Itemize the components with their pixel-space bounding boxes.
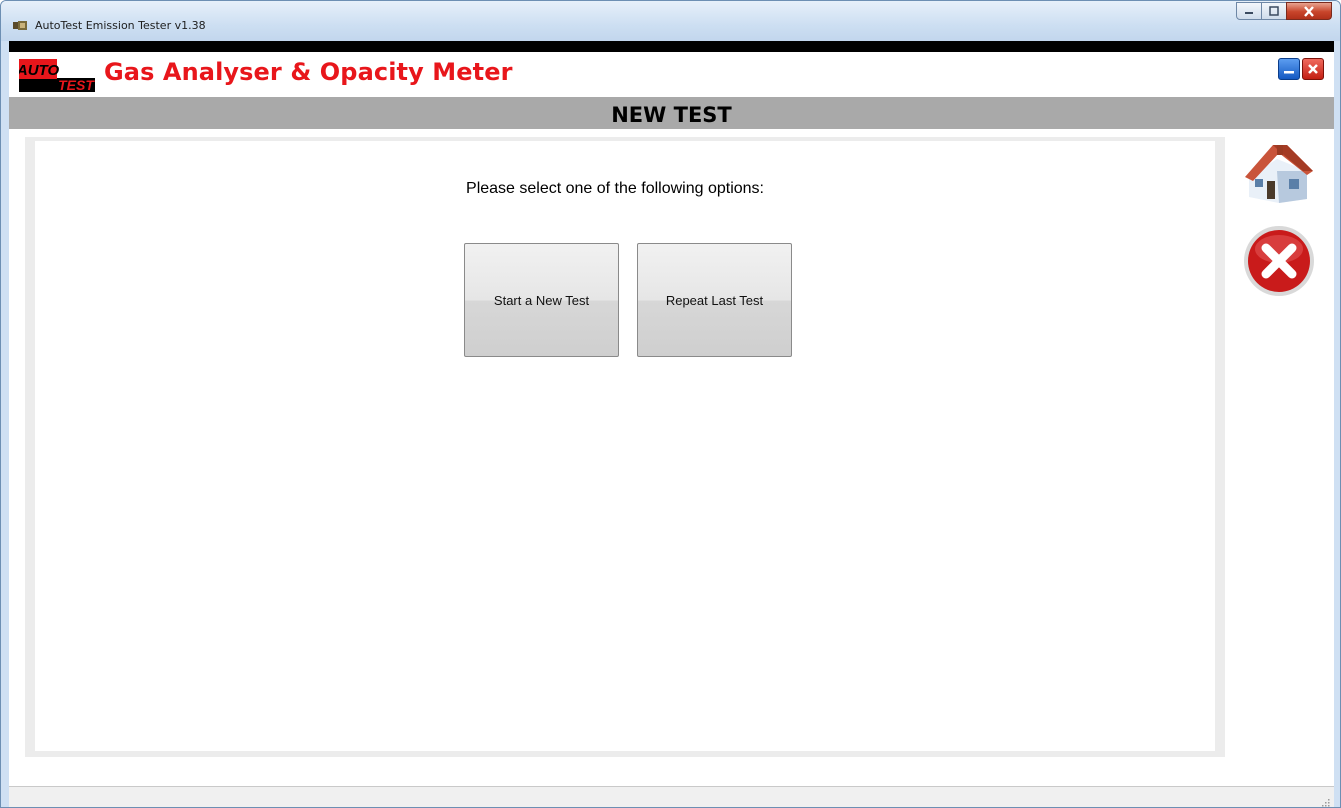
window-controls bbox=[1236, 2, 1332, 20]
page-title-bar: NEW TEST bbox=[9, 97, 1334, 129]
logo-text-top: AUTO bbox=[19, 62, 59, 79]
app-window-icon bbox=[13, 21, 27, 30]
app-title: Gas Analyser & Opacity Meter bbox=[104, 58, 513, 86]
window-close-button[interactable] bbox=[1286, 2, 1332, 20]
app-header-controls bbox=[1278, 58, 1324, 80]
minimize-icon bbox=[1284, 71, 1294, 74]
autotest-logo: AUTO TEST bbox=[19, 59, 95, 92]
status-bar bbox=[9, 786, 1334, 807]
home-icon[interactable] bbox=[1243, 141, 1313, 205]
app-header: AUTO TEST Gas Analyser & Opacity Meter bbox=[9, 52, 1334, 97]
content-panel: Please select one of the following optio… bbox=[35, 141, 1215, 751]
app-close-button[interactable] bbox=[1302, 58, 1324, 80]
maximize-icon bbox=[1269, 6, 1279, 16]
resize-grip-icon[interactable] bbox=[1320, 797, 1330, 807]
app-client-area: AUTO TEST Gas Analyser & Opacity Meter N… bbox=[9, 41, 1334, 807]
app-window: AutoTest Emission Tester v1.38 AUTO TEST bbox=[0, 0, 1341, 808]
logo-text-bottom: TEST bbox=[58, 77, 95, 92]
app-minimize-button[interactable] bbox=[1278, 58, 1300, 80]
window-minimize-button[interactable] bbox=[1236, 2, 1262, 20]
instruction-text: Please select one of the following optio… bbox=[466, 180, 764, 197]
page-title: NEW TEST bbox=[611, 103, 732, 127]
window-titlebar[interactable]: AutoTest Emission Tester v1.38 bbox=[1, 1, 1340, 41]
minimize-icon bbox=[1245, 12, 1253, 14]
window-maximize-button[interactable] bbox=[1261, 2, 1287, 20]
repeat-last-test-button[interactable]: Repeat Last Test bbox=[637, 243, 792, 357]
cancel-icon[interactable] bbox=[1243, 225, 1315, 297]
window-title: AutoTest Emission Tester v1.38 bbox=[35, 19, 206, 32]
top-accent-bar bbox=[9, 41, 1334, 52]
start-new-test-button[interactable]: Start a New Test bbox=[464, 243, 619, 357]
close-icon bbox=[1304, 5, 1314, 17]
close-icon bbox=[1308, 64, 1318, 74]
